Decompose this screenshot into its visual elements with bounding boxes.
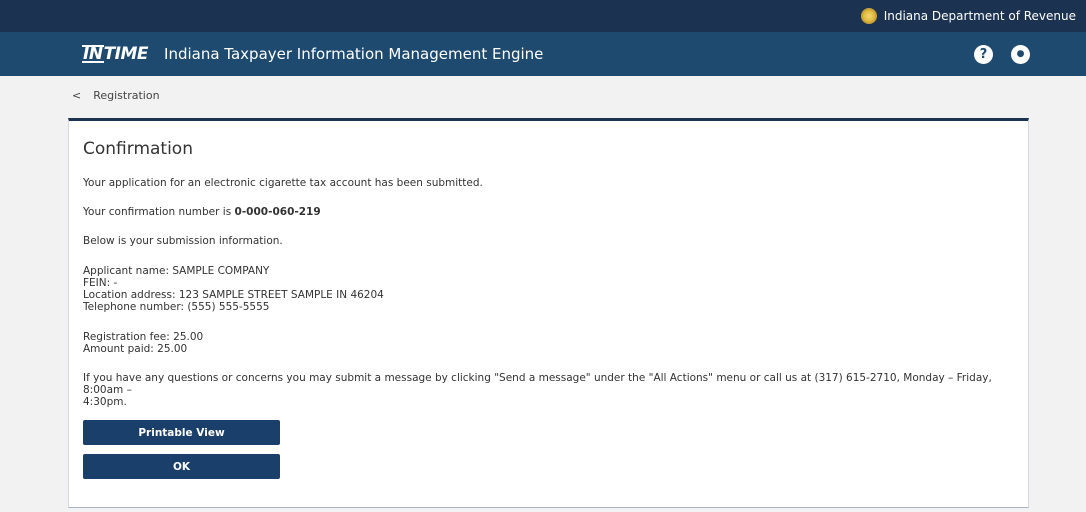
- intime-logo[interactable]: IN TIME: [82, 44, 149, 64]
- department-name: Indiana Department of Revenue: [883, 9, 1076, 23]
- confirmation-number: 0-000-060-219: [234, 206, 321, 218]
- app-title: Indiana Taxpayer Information Management …: [164, 45, 544, 63]
- user-icon[interactable]: ●: [1011, 44, 1030, 64]
- logo-prefix: IN: [82, 44, 104, 64]
- amount-paid: Amount paid: 25.00: [83, 343, 188, 355]
- printable-view-button[interactable]: Printable View: [83, 420, 280, 445]
- help-icon[interactable]: ?: [974, 44, 993, 64]
- telephone-number: Telephone number: (555) 555-5555: [83, 301, 270, 313]
- fein: FEIN: -: [83, 277, 118, 289]
- top-bar: Indiana Department of Revenue: [0, 0, 1086, 32]
- app-header: IN TIME Indiana Taxpayer Information Mana…: [0, 32, 1086, 76]
- logo-suffix: TIME: [103, 44, 149, 64]
- header-icons: ? ●: [974, 32, 1030, 76]
- contact-line-2: 4:30pm.: [83, 396, 127, 408]
- breadcrumb[interactable]: < Registration: [0, 76, 1086, 114]
- submitted-text: Your application for an electronic cigar…: [83, 177, 483, 189]
- location-address: Location address: 123 SAMPLE STREET SAMP…: [83, 289, 384, 301]
- ok-button[interactable]: OK: [83, 454, 280, 479]
- applicant-name: Applicant name: SAMPLE COMPANY: [83, 265, 270, 277]
- breadcrumb-registration[interactable]: Registration: [93, 89, 159, 102]
- help-glyph: ?: [979, 46, 988, 62]
- confirmation-number-line: Your confirmation number is 0-000-060-21…: [83, 206, 1014, 218]
- confirmation-prefix: Your confirmation number is: [83, 206, 235, 218]
- state-seal-icon: [860, 8, 877, 24]
- contact-line-1: If you have any questions or concerns yo…: [83, 372, 992, 396]
- below-text: Below is your submission information.: [83, 235, 283, 247]
- page-title: Confirmation: [83, 139, 193, 159]
- registration-fee: Registration fee: 25.00: [83, 331, 204, 343]
- chevron-left-icon[interactable]: <: [72, 89, 81, 102]
- user-glyph: ●: [1016, 49, 1025, 59]
- confirmation-card: Confirmation Your application for an ele…: [68, 118, 1029, 508]
